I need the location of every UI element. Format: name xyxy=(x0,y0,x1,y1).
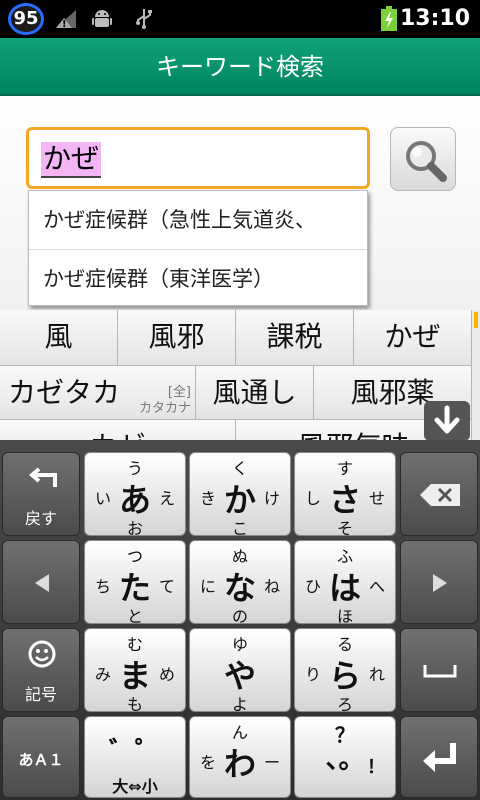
flick-right: せ xyxy=(368,489,385,508)
backspace-icon xyxy=(420,484,460,506)
composing-text: かぜ xyxy=(41,142,102,178)
cursor-right-key[interactable] xyxy=(400,540,478,624)
suggestion-item[interactable]: かぜ症候群（東洋医学） xyxy=(29,249,367,307)
input-mode-label: あＡ１ xyxy=(18,751,64,769)
flick-right: ！ xyxy=(367,757,385,778)
flick-left: り xyxy=(305,665,322,684)
undo-key[interactable]: 戻す xyxy=(2,452,80,536)
android-debug-icon xyxy=(92,10,112,27)
arrow-left-icon xyxy=(35,574,49,592)
smiley-icon xyxy=(28,640,56,668)
undo-arrow-icon xyxy=(28,467,57,487)
flick-down: ろ xyxy=(336,695,353,714)
keyboard: 戻す 記号 あＡ１ う あ い え お く か き け こ す さ し せ そ … xyxy=(0,440,480,800)
candidate-scroll-indicator xyxy=(474,312,478,328)
flick-left: き xyxy=(200,489,217,508)
key-ta[interactable]: つ た ち て と xyxy=(84,540,186,626)
flick-down: と xyxy=(126,607,143,626)
flick-left: に xyxy=(200,577,217,596)
expand-candidates-button[interactable] xyxy=(424,401,470,441)
signal-warning-icon: ! xyxy=(56,10,76,30)
page-title: キーワード検索 xyxy=(156,53,324,81)
key-ka[interactable]: く か き け こ xyxy=(189,452,291,538)
search-input[interactable]: かぜ xyxy=(26,127,370,189)
flick-left: ひ xyxy=(305,577,322,596)
flick-right: め xyxy=(158,665,175,684)
flick-down: も xyxy=(126,695,143,714)
key-sa[interactable]: す さ し せ そ xyxy=(294,452,396,538)
flick-right: え xyxy=(158,489,175,508)
flick-right: ね xyxy=(263,577,280,596)
candidate-item[interactable]: カゼ xyxy=(0,420,236,440)
flick-right: ー xyxy=(263,753,280,772)
candidate-item[interactable]: 風通し xyxy=(196,366,314,420)
symbol-label: 記号 xyxy=(24,685,57,704)
search-button[interactable] xyxy=(390,127,456,191)
candidate-tag: カタカナ xyxy=(138,401,191,416)
flick-down: 大⇔小 xyxy=(112,777,158,796)
symbol-key[interactable]: 記号 xyxy=(2,628,80,712)
flick-right: へ xyxy=(368,577,385,596)
enter-key[interactable] xyxy=(400,716,478,798)
key-punctuation[interactable]: ？ 、。 ！ xyxy=(294,716,396,798)
clock: 13:10 xyxy=(399,6,470,31)
key-ma[interactable]: む ま み め も xyxy=(84,628,186,714)
key-ya[interactable]: ゆ や よ xyxy=(189,628,291,714)
key-na[interactable]: ぬ な に ね の xyxy=(189,540,291,626)
screen: 95 ! 13:10 キーワード検索 かぜ かぜ症候群（急性上気道炎、 かぜ症候… xyxy=(0,0,480,800)
candidate-item[interactable]: かぜ xyxy=(354,310,472,366)
arrow-right-icon xyxy=(433,574,447,592)
candidate-label: カゼタカ xyxy=(8,376,121,409)
flick-right: け xyxy=(263,489,280,508)
suggestion-dropdown: かぜ症候群（急性上気道炎、 かぜ症候群（東洋医学） xyxy=(28,190,368,306)
space-key[interactable] xyxy=(400,628,478,712)
suggestion-item[interactable]: かぜ症候群（急性上気道炎、 xyxy=(29,191,367,249)
battery-charging-icon xyxy=(381,6,397,31)
key-main: ゛゜ xyxy=(108,737,161,767)
candidate-item[interactable]: 風 xyxy=(0,310,118,366)
space-icon xyxy=(423,665,457,678)
input-mode-key[interactable]: あＡ１ xyxy=(2,716,80,798)
candidate-bar: 風 風邪 課税 かぜ カゼタカ [全] カタカナ 風通し 風邪薬 カゼ 風邪気味 xyxy=(0,310,480,440)
key-dakuten[interactable]: ゛゜ 大⇔小 xyxy=(84,716,186,798)
undo-label: 戻す xyxy=(24,509,57,528)
backspace-key[interactable] xyxy=(400,452,478,536)
flick-left: ち xyxy=(95,577,112,596)
usb-icon xyxy=(136,9,152,29)
svg-text:!: ! xyxy=(62,19,67,30)
candidate-item[interactable]: 風邪 xyxy=(118,310,236,366)
flick-down: こ xyxy=(231,519,248,538)
notification-count-badge: 95 xyxy=(8,3,44,35)
candidate-item[interactable]: カゼタカ [全] カタカナ xyxy=(0,366,196,420)
flick-down: ほ xyxy=(336,607,353,626)
title-bar: キーワード検索 xyxy=(0,38,480,96)
key-ha[interactable]: ふ は ひ へ ほ xyxy=(294,540,396,626)
key-a[interactable]: う あ い え お xyxy=(84,452,186,538)
flick-down: お xyxy=(126,519,143,538)
cursor-left-key[interactable] xyxy=(2,540,80,624)
flick-down: よ xyxy=(231,695,248,714)
key-wa[interactable]: ん わ を ー xyxy=(189,716,291,798)
enter-icon xyxy=(423,743,456,772)
flick-left: を xyxy=(200,753,217,772)
flick-left: み xyxy=(95,665,112,684)
flick-down: の xyxy=(231,607,248,626)
flick-down: そ xyxy=(336,519,353,538)
flick-left: い xyxy=(95,489,112,508)
status-bar: 95 ! 13:10 xyxy=(0,0,480,38)
key-ra[interactable]: る ら り れ ろ xyxy=(294,628,396,714)
flick-right: れ xyxy=(368,665,385,684)
flick-left: し xyxy=(305,489,322,508)
candidate-tag: [全] xyxy=(167,385,191,400)
magnifier-icon xyxy=(406,141,447,182)
flick-right: て xyxy=(158,577,175,596)
candidate-item[interactable]: 課税 xyxy=(236,310,354,366)
arrow-down-icon xyxy=(434,405,460,434)
